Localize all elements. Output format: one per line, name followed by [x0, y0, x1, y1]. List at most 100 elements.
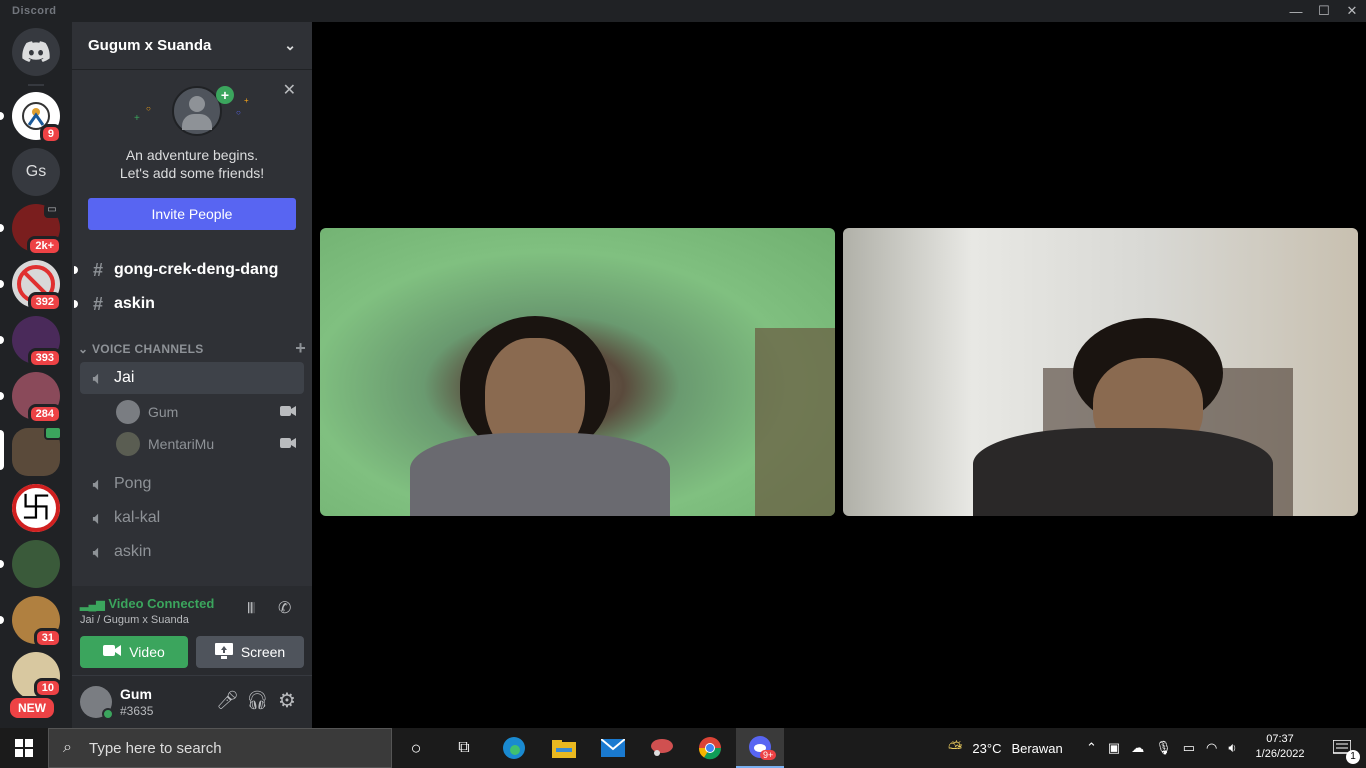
- server-list: 9 Gs ▭ 2k+ 392 393 284 卐 31 10 NEW: [0, 22, 72, 728]
- unread-badge: 393: [27, 348, 62, 368]
- noise-suppression-icon[interactable]: 𝄃𝄃: [248, 600, 254, 617]
- speaker-icon: 🔈︎: [92, 473, 104, 494]
- server-icon-5[interactable]: 393: [12, 316, 62, 368]
- window-title-bar: Discord — ☐ ✕: [0, 0, 1366, 22]
- svg-text:卐: 卐: [21, 491, 51, 526]
- connection-status: Video Connected: [108, 596, 215, 611]
- server-name: Gugum x Suanda: [88, 37, 212, 54]
- chevron-down-icon: ⌄: [78, 342, 89, 356]
- maximize-icon[interactable]: ☐: [1310, 0, 1338, 22]
- voice-channel-askin[interactable]: 🔈︎ askin: [80, 536, 304, 568]
- server-icon-11[interactable]: 10: [12, 652, 62, 700]
- online-status-icon: [102, 708, 114, 720]
- edge-browser-icon[interactable]: [490, 728, 538, 768]
- video-active-icon: [44, 426, 62, 440]
- chevron-up-icon[interactable]: ⌃: [1086, 740, 1097, 756]
- cortana-icon[interactable]: ○: [392, 728, 440, 768]
- user-panel: Gum #3635 🎤︎ 🎧︎ ⚙: [72, 676, 312, 728]
- notification-count: 1: [1346, 750, 1360, 764]
- invite-people-button[interactable]: Invite People: [88, 198, 296, 230]
- discord-logo-icon[interactable]: [12, 28, 60, 76]
- server-icon-6[interactable]: 284: [12, 372, 62, 424]
- unread-badge: 31: [33, 628, 62, 648]
- avatar[interactable]: [80, 686, 114, 720]
- connection-location[interactable]: Jai / Gugum x Suanda: [80, 614, 189, 626]
- channel-sidebar: Gugum x Suanda ⌄ ✕ + + ○ ○ + An adventur…: [72, 22, 312, 728]
- snipping-tool-icon[interactable]: [638, 728, 686, 768]
- search-icon: ⌕: [63, 739, 72, 756]
- screen-share-icon: [214, 642, 233, 662]
- text-channel-gong-crek-deng-dang[interactable]: # gong-crek-deng-dang: [74, 254, 304, 286]
- new-badge: NEW: [8, 696, 56, 720]
- meet-now-icon[interactable]: ▣: [1108, 740, 1120, 756]
- server-icon-gs[interactable]: Gs: [12, 148, 60, 196]
- avatar: [116, 400, 140, 424]
- server-icon-1[interactable]: 9: [12, 92, 62, 144]
- server-icon-8[interactable]: 卐: [12, 484, 60, 532]
- voice-user-gum[interactable]: Gum: [116, 397, 304, 427]
- video-tile-mentarimu[interactable]: [843, 228, 1358, 516]
- weather-widget[interactable]: ⛅︎ 23°C Berawan: [948, 728, 1063, 768]
- task-view-icon[interactable]: ⧉: [440, 728, 488, 768]
- discord-taskbar-icon[interactable]: 9+: [736, 728, 784, 768]
- clock[interactable]: 07:37 1/26/2022: [1248, 732, 1312, 762]
- speaker-icon: 🔈︎: [92, 507, 104, 528]
- chevron-down-icon: ⌄: [284, 37, 296, 53]
- welcome-card: ✕ + + ○ ○ + An adventure begins. Let's a…: [72, 70, 312, 230]
- avatar: [116, 432, 140, 456]
- participant-shirt: [973, 428, 1273, 516]
- unread-badge: 9: [39, 124, 62, 144]
- chrome-browser-icon[interactable]: [686, 728, 734, 768]
- onedrive-cloud-icon[interactable]: ☁: [1131, 740, 1144, 756]
- server-header[interactable]: Gugum x Suanda ⌄: [72, 22, 312, 70]
- monitor-icon: ▭: [44, 204, 60, 218]
- file-explorer-icon[interactable]: [540, 728, 588, 768]
- screen-share-button[interactable]: Screen: [196, 636, 304, 668]
- microphone-icon[interactable]: 🎤︎: [216, 690, 239, 711]
- video-tile-gum[interactable]: [320, 228, 835, 516]
- voice-channel-kal-kal[interactable]: 🔈︎ kal-kal: [80, 502, 304, 534]
- windows-start-icon[interactable]: [0, 728, 48, 768]
- text-channel-askin[interactable]: # askin: [74, 288, 304, 320]
- headphones-icon[interactable]: 🎧︎: [246, 690, 269, 711]
- battery-icon[interactable]: ▭: [1183, 740, 1195, 756]
- volume-icon[interactable]: 🔉︎: [1228, 740, 1236, 756]
- unread-indicator: [74, 300, 78, 308]
- unread-badge: 10: [33, 678, 62, 698]
- mail-icon[interactable]: [589, 728, 637, 768]
- gear-icon[interactable]: ⚙: [278, 688, 296, 713]
- notification-center-icon[interactable]: 1: [1318, 728, 1366, 768]
- wifi-icon[interactable]: ◠: [1206, 740, 1217, 756]
- welcome-line-2: Let's add some friends!: [119, 165, 265, 181]
- welcome-line-1: An adventure begins.: [125, 147, 259, 163]
- close-icon[interactable]: ✕: [1338, 0, 1366, 22]
- signal-bars-icon: ▂▄▆: [80, 599, 105, 611]
- voice-channel-jai[interactable]: 🔈︎ Jai: [80, 362, 304, 394]
- taskbar-search-input[interactable]: ⌕ Type here to search: [48, 728, 392, 768]
- camera-icon: [280, 404, 296, 420]
- server-icon-10[interactable]: 31: [12, 596, 62, 648]
- server-icon-4[interactable]: 392: [12, 260, 62, 312]
- voice-user-mentarimu[interactable]: MentariMu: [116, 429, 304, 459]
- user-tag: #3635: [120, 704, 154, 718]
- server-icon-3[interactable]: ▭ 2k+: [12, 204, 62, 256]
- voice-channel-pong[interactable]: 🔈︎ Pong: [80, 468, 304, 500]
- camera-icon: [103, 644, 122, 660]
- username: Gum: [120, 686, 152, 702]
- server-icon-9[interactable]: [12, 540, 60, 588]
- unread-badge: 392: [27, 292, 62, 312]
- voice-channels-category[interactable]: ⌄ VOICE CHANNELS +: [78, 339, 306, 357]
- app-title: Discord: [12, 5, 57, 17]
- video-button[interactable]: Video: [80, 636, 188, 668]
- server-icon-selected[interactable]: [12, 426, 62, 476]
- hash-icon: #: [92, 293, 103, 314]
- video-call-area: [312, 22, 1366, 728]
- camera-icon: [280, 436, 296, 452]
- unread-badge: 2k+: [27, 236, 62, 256]
- unread-badge: 284: [27, 404, 62, 424]
- cloudy-weather-icon: ⛅︎: [948, 737, 963, 758]
- add-channel-icon[interactable]: +: [295, 339, 306, 357]
- microphone-icon[interactable]: 🎙︎: [1155, 740, 1172, 756]
- minimize-icon[interactable]: —: [1282, 0, 1310, 22]
- disconnect-icon[interactable]: ✆: [278, 598, 291, 618]
